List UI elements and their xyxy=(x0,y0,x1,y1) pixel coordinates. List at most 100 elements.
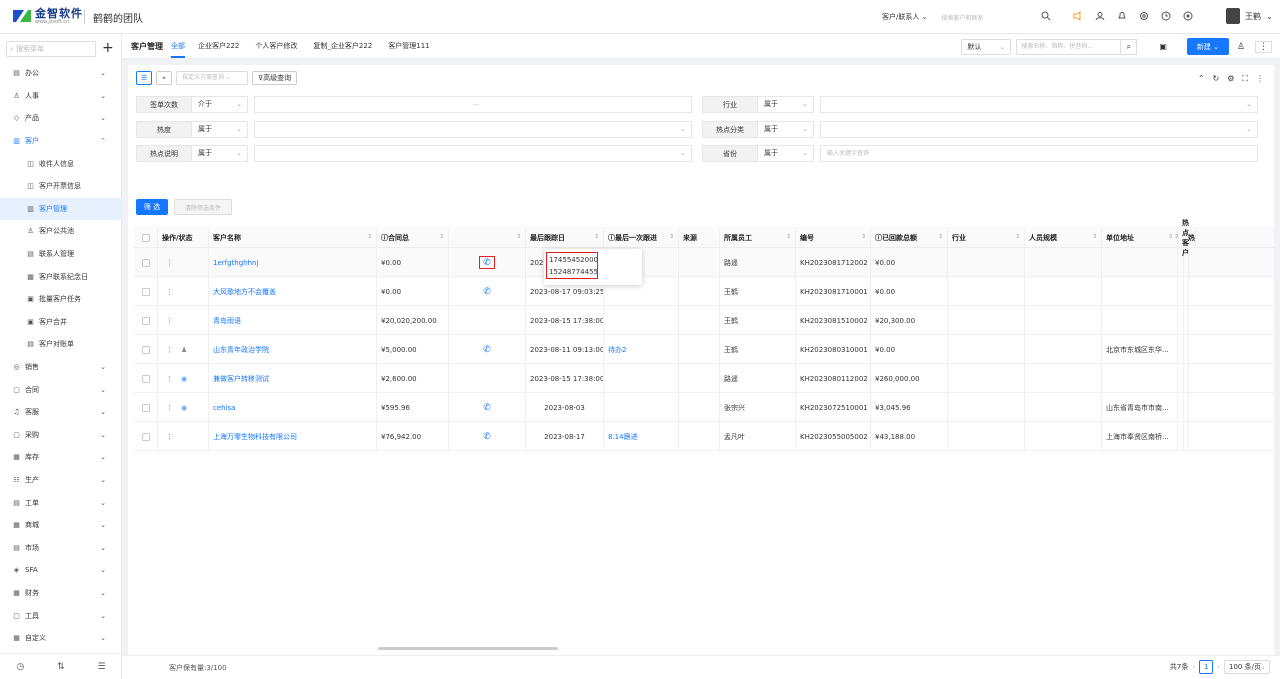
sidebar-item[interactable]: ◎ 销售 ⌄ xyxy=(0,356,122,379)
row-checkbox[interactable] xyxy=(141,287,150,296)
filter-value-input[interactable]: ⌄ xyxy=(254,145,692,162)
column-header[interactable]: 操作/状态 xyxy=(158,227,209,248)
filter-button[interactable]: 筛 选 xyxy=(136,199,168,215)
speaker-icon[interactable] xyxy=(1072,10,1084,22)
advanced-query-button[interactable]: ⊽高级查询 xyxy=(252,71,298,85)
customer-name-link[interactable]: 大风歌地方不会覆盖 xyxy=(213,287,276,297)
row-checkbox[interactable] xyxy=(141,432,150,441)
phone-icon[interactable]: ✆ xyxy=(483,287,491,297)
customer-name-link[interactable]: 兼做客户转移测试 xyxy=(213,374,269,384)
user-menu[interactable]: 王鹤 ⌄ xyxy=(1226,8,1273,24)
scheme-select[interactable]: 自定义方案查询 ⌄ xyxy=(176,71,248,85)
sidebar-item[interactable]: ▤ 客户对账单 xyxy=(0,333,122,356)
sort-icon[interactable]: ⇕ xyxy=(1174,233,1179,240)
column-header[interactable]: 所属员工 ⇕ xyxy=(720,227,796,248)
search-icon[interactable] xyxy=(1040,10,1052,22)
sidebar-item[interactable]: ◫ 客户开票信息 xyxy=(0,175,122,198)
page-size-select[interactable]: 100 条/页 ⌄ xyxy=(1224,660,1270,674)
sidebar-item[interactable]: ♙ 人事 ⌄ xyxy=(0,85,122,108)
sidebar-item[interactable]: ▤ 工单 ⌄ xyxy=(0,491,122,514)
more-actions-icon[interactable]: ⋮ xyxy=(166,375,173,383)
column-header[interactable]: 客户名称 ⇕ xyxy=(209,227,377,248)
last-follow-link[interactable]: 8.14跟进 xyxy=(608,432,638,442)
filter-operator-select[interactable]: 属于 ⌄ xyxy=(758,96,814,113)
column-header[interactable]: 来源 xyxy=(679,227,720,248)
sort-icon[interactable]: ⇕ xyxy=(1168,233,1173,240)
column-header[interactable]: ⓘ 最后一次跟进 ⇕ xyxy=(604,227,679,248)
search-scope-select[interactable]: 客户/联系人 ⌄ xyxy=(882,12,927,22)
customer-name-link[interactable]: 1erfgthghhnj xyxy=(213,259,258,267)
column-header[interactable]: ⓘ 合同总 ⇕ xyxy=(377,227,449,248)
more-actions-icon[interactable]: ⋮ xyxy=(166,288,173,296)
map-pin-icon[interactable]: ⌖ xyxy=(156,71,172,85)
tab-customer-manage[interactable]: 客户管理111 xyxy=(388,41,429,51)
refresh-icon[interactable]: ↻ xyxy=(1213,74,1220,84)
sidebar-item[interactable]: ♫ 客服 ⌄ xyxy=(0,401,122,424)
table-row[interactable]: ⋮ ◉ 兼做客户转移测试 ¥2,600.00 2023-08-15 17:38:00 路遥… xyxy=(134,364,1274,393)
row-checkbox[interactable] xyxy=(141,316,150,325)
sidebar-item[interactable]: ◫ 收件人信息 xyxy=(0,152,122,175)
table-row[interactable]: ⋮ ♟ 山东青年政治学院 ¥5,000.00 ✆ 2023-08-11 09:13:00 待… xyxy=(134,335,1274,364)
filter-operator-select[interactable]: 属于 ⌄ xyxy=(192,121,248,138)
settings-icon[interactable] xyxy=(1182,10,1194,22)
bell-icon[interactable] xyxy=(1116,10,1128,22)
tab-personal[interactable]: 个人客户修改 xyxy=(255,41,297,51)
table-row[interactable]: ⋮ 上海万零生物科技有限公司 ¥76,942.00 ✆ 2023-08-17 8.14跟进… xyxy=(134,422,1274,451)
team-name[interactable]: 鹤鹤的团队 xyxy=(93,10,143,25)
customer-name-link[interactable]: 上海万零生物科技有限公司 xyxy=(213,432,297,442)
list-view-icon[interactable]: ☰ xyxy=(136,71,152,85)
sort-icon[interactable]: ⇕ xyxy=(786,233,791,240)
filter-operator-select[interactable]: 属于 ⌄ xyxy=(192,145,248,162)
filter-value-input[interactable]: — xyxy=(254,96,692,113)
collapse-icon[interactable]: ⌃ xyxy=(1198,74,1205,84)
filter-operator-select[interactable]: 介于 ⌄ xyxy=(192,96,248,113)
sidebar-item[interactable]: ▤ 市场 ⌄ xyxy=(0,536,122,559)
menu-search-input[interactable]: ⌕ 搜索菜单 xyxy=(6,41,96,57)
phone-icon[interactable]: ✆ xyxy=(483,345,491,355)
logo[interactable]: 金智软件 www.jzsoft.cn xyxy=(12,7,83,25)
filter-value-input[interactable]: ⌄ xyxy=(820,96,1258,113)
sort-icon[interactable]: ⇕ xyxy=(516,233,521,240)
more-actions-icon[interactable]: ⋮ xyxy=(166,433,173,441)
sort-icon[interactable]: ⇅ xyxy=(57,662,65,672)
sidebar-item[interactable]: ▣ 批量客户任务 xyxy=(0,288,122,311)
prev-page-icon[interactable]: ‹ xyxy=(1192,663,1195,671)
customer-name-link[interactable]: 青岛雨语 xyxy=(213,316,241,326)
row-checkbox[interactable] xyxy=(141,403,150,412)
last-follow-link[interactable]: 待办2 xyxy=(608,345,626,355)
contacts-icon[interactable] xyxy=(1094,10,1106,22)
column-header[interactable]: 行业 ⇕ xyxy=(948,227,1025,248)
tab-all[interactable]: 全部 xyxy=(171,41,185,58)
more-actions-icon[interactable]: ⋮ xyxy=(166,317,173,325)
sidebar-item[interactable]: ▥ 客户管理 xyxy=(0,197,122,221)
phone-number[interactable]: 15248774455 xyxy=(549,266,598,278)
sidebar-item[interactable]: ▢ 合同 ⌄ xyxy=(0,378,122,401)
more-icon[interactable]: ⋮ xyxy=(1255,40,1272,53)
clear-filter-button[interactable]: 清除筛选条件 xyxy=(174,199,232,215)
more-actions-icon[interactable]: ⋮ xyxy=(166,346,173,354)
history-icon[interactable]: ◷ xyxy=(16,662,24,672)
sidebar-item[interactable]: ▦ 财务 ⌄ xyxy=(0,582,122,605)
horizontal-scrollbar[interactable] xyxy=(378,647,558,650)
sort-icon[interactable]: ⇕ xyxy=(861,233,866,240)
table-row[interactable]: ⋮ 青岛雨语 ¥20,020,200.00 2023-08-15 17:38:00 王鹤… xyxy=(134,306,1274,335)
sidebar-item[interactable]: ◇ 产品 ⌄ xyxy=(0,107,122,130)
table-row[interactable]: ⋮1erfgthghhnj¥0.00✆2023-08-17 10:12:00rr… xyxy=(134,248,1274,277)
sidebar-item[interactable]: ◈ SFA ⌄ xyxy=(0,559,122,582)
search-button[interactable]: ⌕ xyxy=(1121,38,1138,55)
column-header[interactable]: ⓘ 已回款总额 ⇕ xyxy=(871,227,948,248)
sort-icon[interactable]: ⇕ xyxy=(1186,233,1191,240)
sidebar-item[interactable]: ▣ 客户合并 xyxy=(0,311,122,334)
sort-icon[interactable]: ⇕ xyxy=(669,233,674,240)
column-header[interactable]: 人员规模 ⇕ xyxy=(1025,227,1102,248)
sidebar-item[interactable]: ▦ 库存 ⌄ xyxy=(0,446,122,469)
select-all-checkbox[interactable] xyxy=(141,233,150,242)
gear-icon[interactable] xyxy=(1138,10,1150,22)
customer-name-link[interactable]: 山东青年政治学院 xyxy=(213,345,269,355)
sort-icon[interactable]: ⇕ xyxy=(938,233,943,240)
column-header[interactable]: 最后跟踪日 ⇕ xyxy=(526,227,604,248)
phone-icon[interactable]: ✆ xyxy=(479,256,495,269)
filter-value-input[interactable]: 输入关键字查询 xyxy=(820,145,1258,162)
table-row[interactable]: ⋮ 大风歌地方不会覆盖 ¥0.00 ✆ 2023-08-17 09:03:25 王鹤 KH2… xyxy=(134,277,1274,306)
row-checkbox[interactable] xyxy=(141,374,150,383)
